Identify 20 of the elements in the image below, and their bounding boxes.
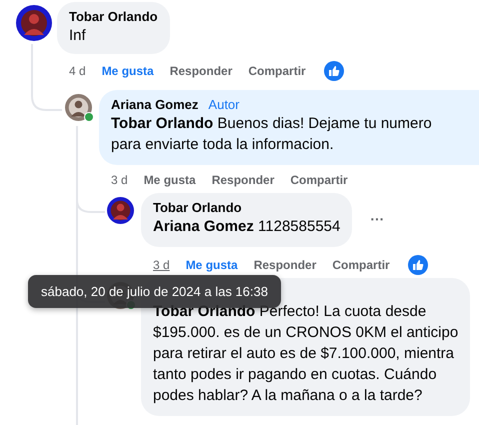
comment-text: Tobar Orlando Buenos dias! Dejame tu numero para enviarte toda la informacion. [111,114,433,155]
author-name[interactable]: Tobar Orlando [69,9,158,25]
action-link[interactable]: Responder [170,64,232,78]
action-link[interactable]: Compartir [248,64,306,78]
action-link[interactable]: Responder [212,173,274,187]
action-link[interactable]: Compartir [290,173,348,187]
timestamp-link[interactable]: 4 d [69,64,86,78]
timestamp-link[interactable]: 3 d [153,258,170,272]
action-link[interactable]: Responder [254,258,316,272]
action-link[interactable]: Me gusta [144,173,196,187]
comment-text: Ariana Gomez 1128585554 [153,217,340,237]
timestamp-link[interactable]: 3 d [111,173,128,187]
action-link[interactable]: Me gusta [102,64,154,78]
action-link[interactable]: Compartir [332,258,390,272]
author-label: Autor [208,97,240,113]
comment-text: Inf [69,26,87,46]
more-options-button[interactable]: ··· [370,211,384,227]
author-name[interactable]: Tobar Orlando [153,200,242,216]
action-link[interactable]: Me gusta [186,258,238,272]
author-name[interactable]: Ariana Gomez [111,97,198,113]
